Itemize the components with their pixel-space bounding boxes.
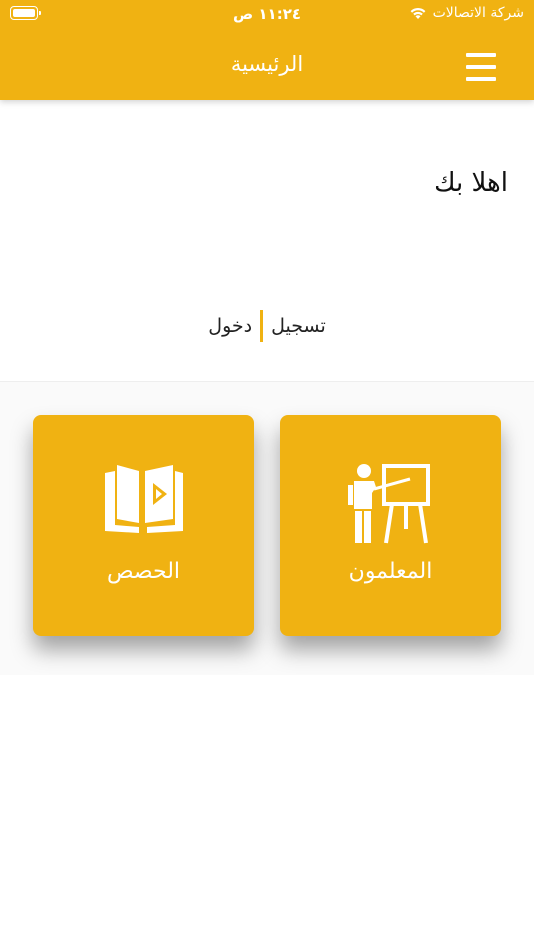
lessons-label: الحصص (106, 559, 181, 584)
menu-button[interactable] (466, 53, 496, 81)
page-title: الرئيسية (230, 52, 304, 76)
auth-links: تسجيل دخول (0, 310, 534, 342)
welcome-text: اهلا بك (434, 168, 508, 198)
video-book-icon (104, 465, 183, 533)
hamburger-icon (466, 53, 496, 57)
teacher-board-icon (347, 464, 430, 544)
app-header: ١١:٢٤ ص شركة الاتصالات الرئيسية (0, 0, 534, 100)
teachers-card[interactable]: المعلمون (280, 415, 501, 636)
auth-divider (260, 310, 264, 342)
wifi-icon (410, 8, 425, 19)
status-bar: ١١:٢٤ ص شركة الاتصالات (0, 0, 534, 28)
register-link[interactable]: تسجيل (263, 315, 334, 337)
login-link[interactable]: دخول (200, 315, 260, 337)
carrier-name: شركة الاتصالات (432, 5, 524, 21)
carrier-info: شركة الاتصالات (409, 5, 524, 21)
teachers-label: المعلمون (348, 559, 433, 584)
lessons-card[interactable]: الحصص (33, 415, 254, 636)
